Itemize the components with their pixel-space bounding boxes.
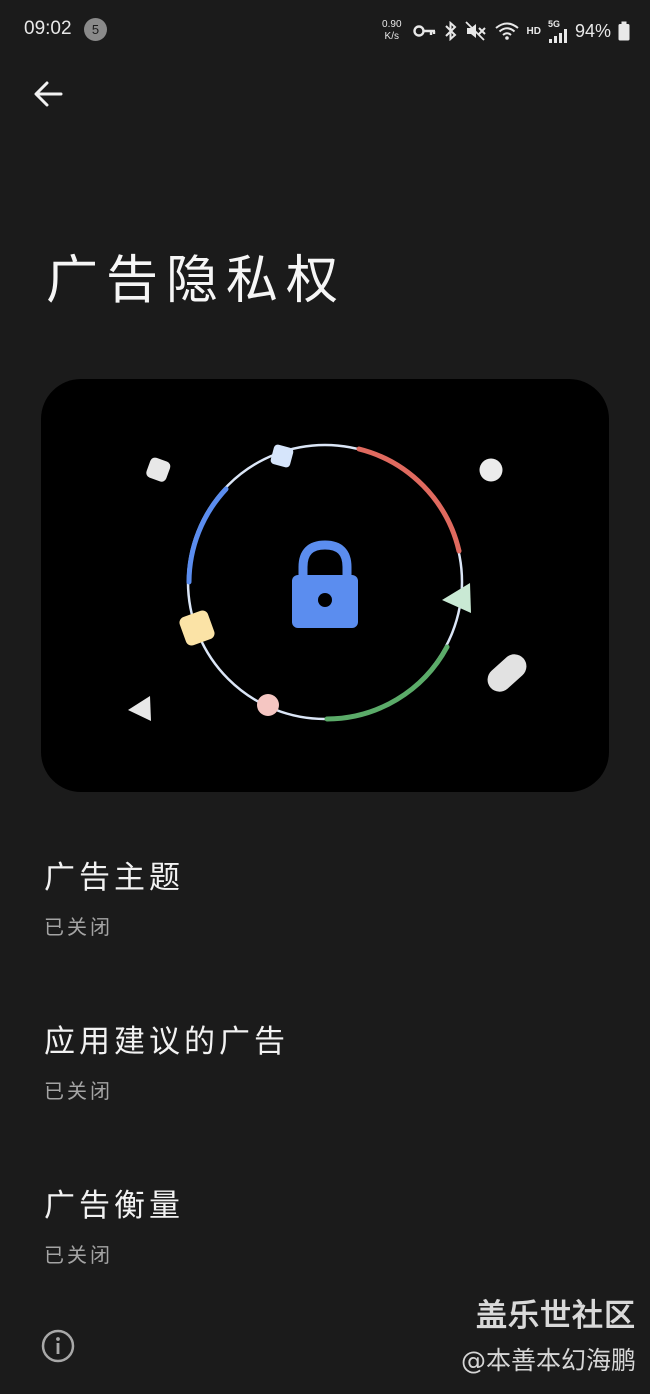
network-speed: 0.90 K/s	[382, 19, 401, 43]
mute-icon	[464, 21, 487, 41]
notification-count-badge: 5	[84, 18, 107, 41]
battery-percentage: 94%	[574, 20, 611, 41]
watermark: 盖乐世社区 @本善本幻海鹏	[461, 1290, 636, 1377]
wifi-icon	[494, 21, 520, 41]
status-time: 09:02	[24, 18, 72, 39]
setting-title: 广告主题	[44, 860, 184, 896]
mint-triangle-shape	[442, 583, 471, 613]
back-button[interactable]	[26, 74, 70, 114]
setting-summary: 已关闭	[44, 1243, 113, 1267]
setting-title: 广告衡量	[44, 1188, 184, 1224]
white-square-shape	[146, 457, 171, 482]
network-speed-unit: K/s	[384, 31, 399, 42]
lock-icon	[292, 540, 358, 628]
setting-ad-measurement[interactable]: 广告衡量 已关闭	[44, 1180, 604, 1268]
pink-circle-shape	[257, 694, 279, 716]
key-icon	[412, 23, 437, 39]
setting-summary: 已关闭	[44, 1079, 113, 1103]
setting-summary: 已关闭	[44, 915, 113, 939]
info-icon	[41, 1329, 75, 1363]
bluetooth-icon	[444, 21, 458, 41]
setting-ad-topics[interactable]: 广告主题 已关闭	[44, 852, 604, 940]
white-circle-shape	[479, 458, 503, 482]
status-bar: 09:02 5 0.90 K/s HD 5G 94%	[0, 0, 650, 62]
privacy-illustration	[41, 379, 609, 792]
battery-icon	[618, 21, 630, 41]
white-triangle-shape	[128, 696, 151, 721]
hd-badge: HD	[526, 25, 541, 37]
status-icons: 0.90 K/s HD 5G 94%	[382, 14, 630, 48]
setting-app-suggested-ads[interactable]: 应用建议的广告 已关闭	[44, 1016, 604, 1104]
arrow-left-icon	[34, 81, 63, 107]
network-speed-value: 0.90	[382, 19, 402, 30]
cellular-signal-icon: 5G	[547, 18, 568, 43]
watermark-title: 盖乐世社区	[476, 1298, 636, 1334]
white-pill-shape	[487, 654, 527, 692]
blue-square-shape	[270, 444, 294, 468]
setting-title: 应用建议的广告	[44, 1024, 289, 1060]
signal-type-label: 5G	[547, 18, 560, 29]
yellow-square-shape	[179, 610, 215, 646]
watermark-author: @本善本幻海鹏	[460, 1346, 636, 1375]
info-button[interactable]	[40, 1328, 76, 1364]
page-title: 广告隐私权	[46, 251, 347, 311]
